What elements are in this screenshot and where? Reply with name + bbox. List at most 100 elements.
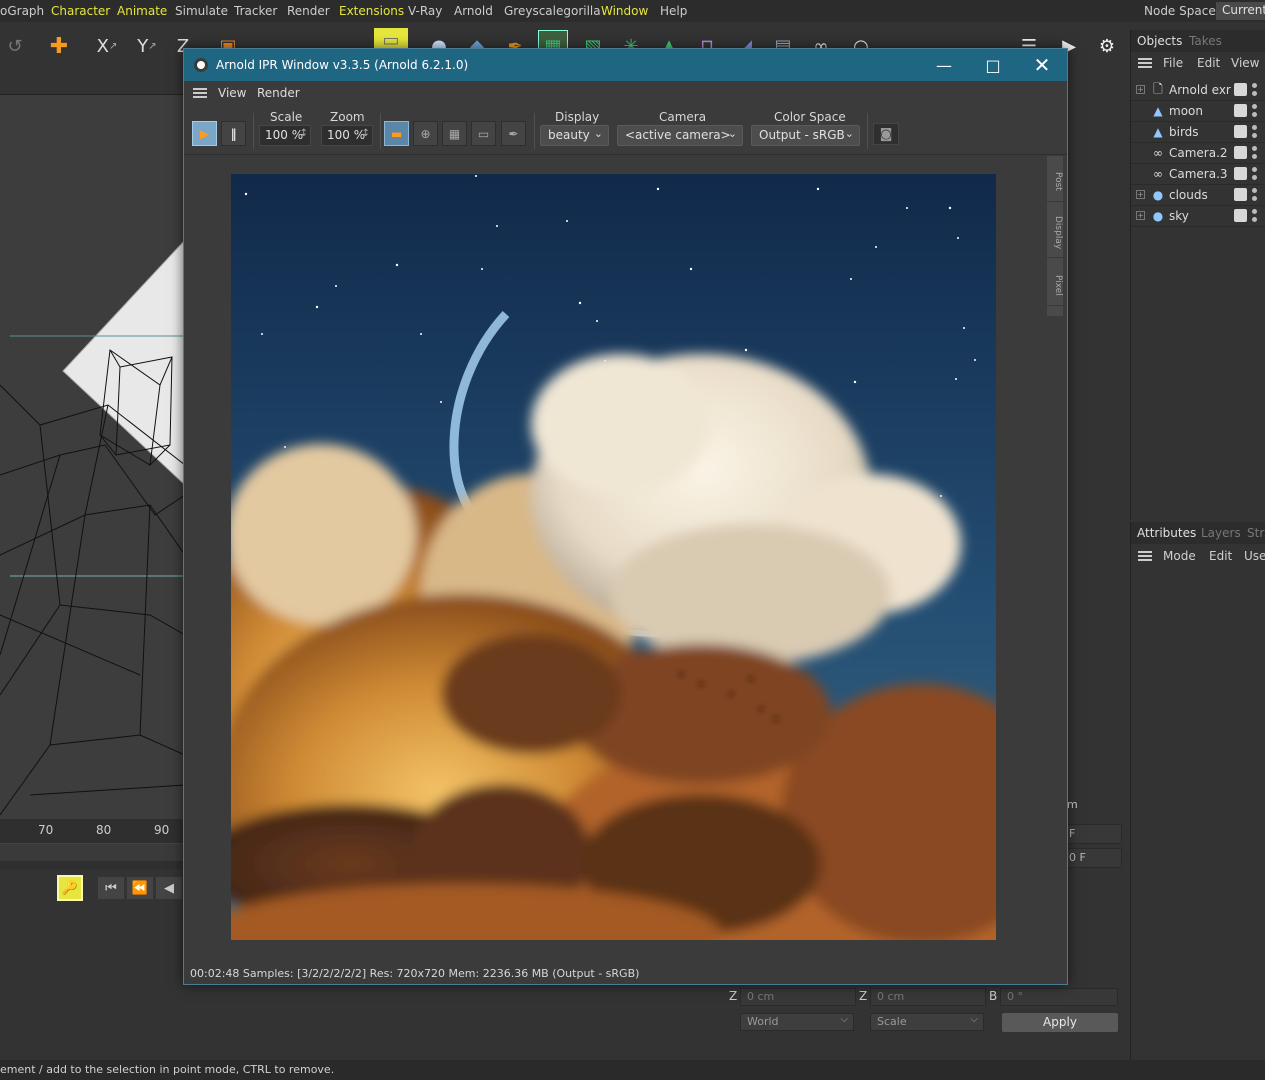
menu-render[interactable]: Render [287,4,330,18]
crop-icon[interactable]: ▭ [471,121,496,146]
record-key-button[interactable]: 🔑 [57,875,83,901]
visibility-flag-icon[interactable] [1234,125,1247,138]
tab-structure[interactable]: Stru [1247,526,1265,540]
maximize-icon[interactable]: □ [969,49,1017,81]
3d-viewport[interactable] [0,94,185,819]
menu-mograph[interactable]: oGraph [0,4,44,18]
tab-objects[interactable]: Objects [1137,34,1182,48]
monitor-icon[interactable]: ▬ [384,121,409,146]
hamburger-menu-icon[interactable] [1138,551,1152,561]
menu-help[interactable]: Help [660,4,687,18]
scale-label: Scale [270,110,303,124]
menu-tracker[interactable]: Tracker [234,4,277,18]
menu-animate[interactable]: Animate [117,4,167,18]
scale-spinbox[interactable]: 100 % [259,125,311,146]
menu-simulate[interactable]: Simulate [175,4,228,18]
go-to-start-button[interactable]: ⏮ [98,877,124,899]
node-space-dropdown[interactable]: Current [1216,2,1265,20]
menu-arnold[interactable]: Arnold [454,4,493,18]
render-dots-icon[interactable] [1252,146,1257,160]
node-space-label: Node Space: [1144,4,1220,18]
arnold-ipr-window[interactable]: Arnold IPR Window v3.3.5 (Arnold 6.2.1.0… [183,48,1068,985]
menu-greyscalegorilla[interactable]: Greyscalegorilla [504,4,601,18]
objects-menu-file[interactable]: File [1163,56,1183,70]
menu-vray[interactable]: V-Ray [408,4,442,18]
frame-start-field[interactable]: F [1064,824,1122,844]
coordinate-system-select[interactable]: World ⌵ [740,1013,854,1031]
expand-icon[interactable]: + [1136,211,1145,220]
visibility-flag-icon[interactable] [1234,167,1247,180]
ipr-render-area[interactable]: Post Display Pixel [184,156,1067,966]
timeline-track[interactable] [0,843,185,861]
objects-menu-view[interactable]: View [1231,56,1259,70]
minimize-icon[interactable]: — [920,49,968,81]
expand-icon[interactable]: + [1136,85,1145,94]
status-bar: ement / add to the selection in point mo… [0,1060,1265,1080]
object-row-birds[interactable]: ▲ birds [1131,122,1265,143]
objects-menu-edit[interactable]: Edit [1197,56,1220,70]
previous-key-button[interactable]: ⏪ [127,877,153,899]
toolbar-separator [534,113,535,149]
menu-window[interactable]: Window [601,4,648,18]
menu-extensions[interactable]: Extensions [339,4,404,18]
ipr-menu-render[interactable]: Render [257,86,300,100]
render-dots-icon[interactable] [1252,209,1257,223]
position-z-field[interactable]: 0 cm [740,988,856,1006]
attributes-menu-mode[interactable]: Mode [1163,549,1196,563]
expand-icon[interactable]: + [1136,190,1145,199]
side-tab-post[interactable]: Post [1047,162,1063,202]
display-dropdown[interactable]: beauty ⌄ [540,125,609,146]
frame-end-field[interactable]: 0 F [1064,848,1122,868]
object-row-camera-3[interactable]: ∞ Camera.3 [1131,164,1265,185]
region-icon[interactable]: ▦ [442,121,467,146]
globe-icon[interactable]: ⊕ [413,121,438,146]
objects-panel: Objects Takes File Edit View + 🗋 Arnold … [1130,30,1265,520]
rotation-b-field[interactable]: 0 ° [1000,988,1118,1006]
scale-mode-select[interactable]: Scale ⌵ [870,1013,984,1031]
object-row-clouds[interactable]: + ● clouds [1131,185,1265,206]
move-tool-icon[interactable]: ✚ [44,30,74,62]
render-dots-icon[interactable] [1252,167,1257,181]
render-dots-icon[interactable] [1252,104,1257,118]
side-tab-display[interactable]: Display [1047,208,1063,258]
ipr-title-bar[interactable]: Arnold IPR Window v3.3.5 (Arnold 6.2.1.0… [184,49,1067,81]
render-dots-icon[interactable] [1252,125,1257,139]
lock-x-axis-button[interactable]: X ↗ [92,30,122,62]
lock-y-axis-button[interactable]: Y ↗ [132,30,162,62]
visibility-flag-icon[interactable] [1234,146,1247,159]
scale-z-field[interactable]: 0 cm [870,988,986,1006]
hamburger-menu-icon[interactable] [1138,58,1152,68]
attributes-menu-edit[interactable]: Edit [1209,549,1232,563]
timeline-ruler[interactable]: 70 80 90 [0,819,185,869]
previous-frame-button[interactable]: ◀ [156,877,182,899]
render-dots-icon[interactable] [1252,188,1257,202]
object-row-arnold-exr[interactable]: + 🗋 Arnold exr [1131,80,1265,101]
close-icon[interactable]: ✕ [1018,49,1066,81]
hamburger-menu-icon[interactable] [193,88,207,98]
tab-takes[interactable]: Takes [1189,34,1222,48]
visibility-flag-icon[interactable] [1234,104,1247,117]
render-dots-icon[interactable] [1252,83,1257,97]
camera-dropdown[interactable]: <active camera> ⌄ [617,125,743,146]
play-render-button[interactable]: ▶ [192,121,217,146]
pause-render-button[interactable]: ‖ [221,121,246,146]
snapshot-camera-icon[interactable]: ◙ [873,123,899,145]
tab-attributes[interactable]: Attributes [1137,526,1196,540]
visibility-flag-icon[interactable] [1234,209,1247,222]
object-row-moon[interactable]: ▲ moon [1131,101,1265,122]
side-tab-pixel[interactable]: Pixel [1047,266,1063,306]
tab-layers[interactable]: Layers [1201,526,1241,540]
undo-icon[interactable]: ↺ [0,30,30,62]
zoom-spinbox[interactable]: 100 % [321,125,373,146]
apply-button[interactable]: Apply [1002,1013,1118,1032]
render-settings-icon[interactable]: ⚙ [1092,30,1122,62]
color-space-dropdown[interactable]: Output - sRGB ⌄ [751,125,860,146]
brush-icon[interactable]: ✒ [501,121,526,146]
attributes-menu-user[interactable]: User [1244,549,1265,563]
visibility-flag-icon[interactable] [1234,188,1247,201]
visibility-flag-icon[interactable] [1234,83,1247,96]
ipr-menu-view[interactable]: View [218,86,246,100]
object-row-camera-2[interactable]: ∞ Camera.2 [1131,143,1265,164]
object-row-sky[interactable]: + ● sky [1131,206,1265,227]
menu-character[interactable]: Character [51,4,110,18]
